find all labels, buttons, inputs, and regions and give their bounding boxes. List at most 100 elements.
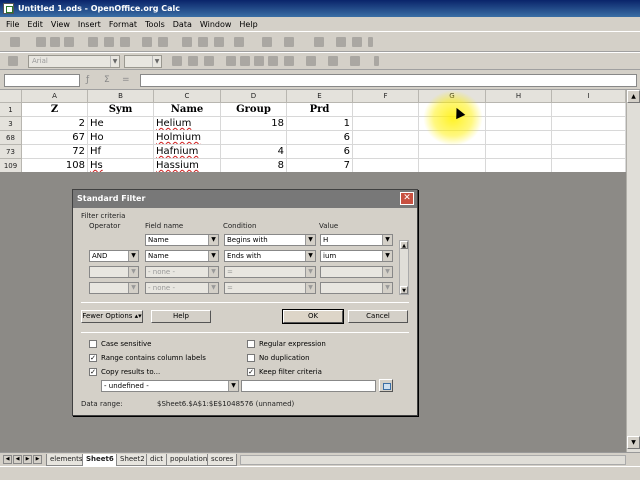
- open-icon[interactable]: [36, 37, 46, 47]
- cell[interactable]: 72: [22, 145, 88, 159]
- operator-select-4[interactable]: ▼: [89, 282, 139, 294]
- save-icon[interactable]: [50, 37, 60, 47]
- ok-button[interactable]: OK: [282, 309, 344, 324]
- cell[interactable]: Group: [221, 103, 287, 117]
- value-combo-4[interactable]: ▼: [320, 282, 393, 294]
- copy-target-input[interactable]: [241, 380, 376, 392]
- value-combo-3[interactable]: ▼: [320, 266, 393, 278]
- column-header[interactable]: F: [353, 90, 419, 103]
- menu-view[interactable]: View: [47, 20, 74, 29]
- borders-icon[interactable]: [306, 56, 316, 66]
- row-header[interactable]: 73: [0, 145, 22, 159]
- cell[interactable]: He: [88, 117, 154, 131]
- cell[interactable]: Prd: [287, 103, 353, 117]
- value-combo-1[interactable]: H ▼: [320, 234, 393, 246]
- cell[interactable]: 2: [22, 117, 88, 131]
- first-sheet-icon[interactable]: ◀: [3, 455, 12, 464]
- field-name-select-3[interactable]: - none - ▼: [145, 266, 219, 278]
- menu-edit[interactable]: Edit: [23, 20, 47, 29]
- cell[interactable]: [353, 131, 419, 145]
- next-sheet-icon[interactable]: ▶: [23, 455, 32, 464]
- row-header[interactable]: 3: [0, 117, 22, 131]
- column-header[interactable]: C: [154, 90, 221, 103]
- operator-select-2[interactable]: AND ▼: [89, 250, 139, 262]
- cell[interactable]: 8: [221, 159, 287, 173]
- value-combo-2[interactable]: ium ▼: [320, 250, 393, 262]
- column-header[interactable]: H: [486, 90, 552, 103]
- edit-file-icon[interactable]: [64, 37, 74, 47]
- column-header[interactable]: I: [552, 90, 626, 103]
- cell[interactable]: [419, 159, 486, 173]
- column-header[interactable]: A: [22, 90, 88, 103]
- menu-format[interactable]: Format: [105, 20, 141, 29]
- print-icon[interactable]: [104, 37, 114, 47]
- horizontal-scrollbar[interactable]: [240, 455, 626, 465]
- cell[interactable]: [552, 131, 626, 145]
- sheet-tab[interactable]: dict: [146, 454, 167, 466]
- cell[interactable]: [353, 103, 419, 117]
- sort-descending-icon[interactable]: [352, 37, 362, 47]
- font-name-combo[interactable]: Arial ▼: [28, 55, 120, 68]
- select-all-corner[interactable]: [0, 90, 22, 103]
- cell[interactable]: [486, 159, 552, 173]
- scroll-down-icon[interactable]: ▼: [400, 286, 408, 294]
- sheet-tab[interactable]: Sheet2: [116, 454, 149, 466]
- cell[interactable]: [552, 159, 626, 173]
- cancel-button[interactable]: Cancel: [348, 310, 408, 323]
- column-header[interactable]: E: [287, 90, 353, 103]
- undo-icon[interactable]: [262, 37, 272, 47]
- fewer-options-button[interactable]: Fewer Options ▴▾: [81, 310, 143, 323]
- scroll-up-icon[interactable]: ▲: [400, 241, 408, 249]
- case-sensitive-checkbox[interactable]: [89, 340, 97, 348]
- cell[interactable]: Hassium: [154, 159, 221, 173]
- condition-select-3[interactable]: = ▼: [224, 266, 316, 278]
- formula-input[interactable]: [140, 74, 637, 87]
- operator-select-3[interactable]: ▼: [89, 266, 139, 278]
- cell[interactable]: Hs: [88, 159, 154, 173]
- condition-select-1[interactable]: Begins with ▼: [224, 234, 316, 246]
- styles-icon[interactable]: [8, 56, 18, 66]
- italic-icon[interactable]: [188, 56, 198, 66]
- spellcheck-icon[interactable]: [142, 37, 152, 47]
- cell[interactable]: 7: [287, 159, 353, 173]
- shrink-dialog-icon[interactable]: [379, 379, 393, 392]
- sheet-tab[interactable]: scores: [207, 454, 238, 466]
- cell[interactable]: [486, 131, 552, 145]
- name-box[interactable]: [4, 74, 80, 87]
- copy-results-checkbox[interactable]: ✓: [89, 368, 97, 376]
- last-sheet-icon[interactable]: ▶: [33, 455, 42, 464]
- background-color-icon[interactable]: [328, 56, 338, 66]
- hyperlink-icon[interactable]: [314, 37, 324, 47]
- function-wizard-icon[interactable]: ƒ: [86, 75, 89, 85]
- menu-data[interactable]: Data: [169, 20, 196, 29]
- cell[interactable]: Helium: [154, 117, 221, 131]
- font-size-combo[interactable]: ▼: [124, 55, 162, 68]
- sum-icon[interactable]: Σ: [104, 75, 110, 85]
- close-icon[interactable]: ✕: [400, 192, 414, 205]
- equals-icon[interactable]: =: [122, 75, 130, 85]
- cell[interactable]: [486, 145, 552, 159]
- cell[interactable]: [552, 117, 626, 131]
- no-duplication-checkbox[interactable]: [247, 354, 255, 362]
- field-name-select-4[interactable]: - none - ▼: [145, 282, 219, 294]
- cut-icon[interactable]: [182, 37, 192, 47]
- row-header[interactable]: 109: [0, 159, 22, 173]
- bold-icon[interactable]: [172, 56, 182, 66]
- field-name-select-1[interactable]: Name ▼: [145, 234, 219, 246]
- cell[interactable]: 6: [287, 145, 353, 159]
- align-right-icon[interactable]: [254, 56, 264, 66]
- align-left-icon[interactable]: [226, 56, 236, 66]
- autospell-icon[interactable]: [158, 37, 168, 47]
- range-labels-checkbox[interactable]: ✓: [89, 354, 97, 362]
- justify-icon[interactable]: [268, 56, 278, 66]
- cell[interactable]: [221, 131, 287, 145]
- cell[interactable]: [353, 117, 419, 131]
- scroll-up-icon[interactable]: ▲: [627, 90, 640, 103]
- cell[interactable]: [552, 145, 626, 159]
- new-icon[interactable]: [10, 37, 20, 47]
- row-header[interactable]: 1: [0, 103, 22, 117]
- merge-cells-icon[interactable]: [284, 56, 294, 66]
- sort-ascending-icon[interactable]: [336, 37, 346, 47]
- toolbar-options-icon[interactable]: [368, 37, 373, 47]
- menu-window[interactable]: Window: [196, 20, 236, 29]
